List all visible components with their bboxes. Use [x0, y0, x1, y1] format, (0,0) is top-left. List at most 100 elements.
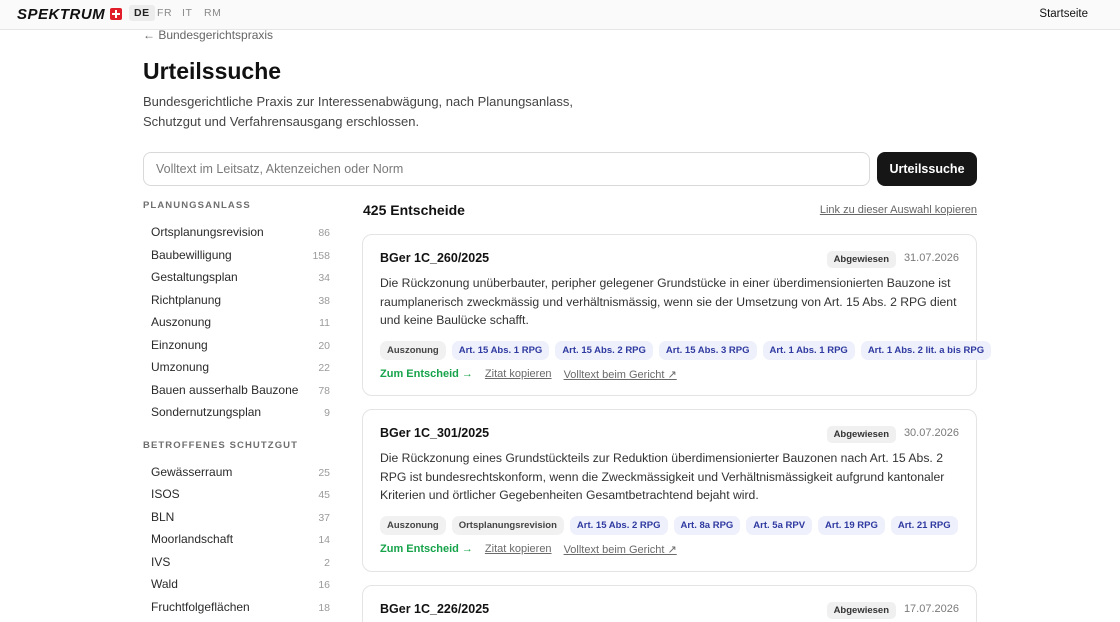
- facet-count: 158: [312, 249, 330, 262]
- facet-item[interactable]: Wald 16: [143, 575, 333, 598]
- facet-item[interactable]: Sondernutzungsplan 9: [143, 403, 333, 426]
- facet-item[interactable]: Fruchtfolgeflächen 18: [143, 598, 333, 621]
- facet-label: Ortsplanungsrevision: [151, 225, 264, 239]
- brand-logo[interactable]: SPEKTRUM: [17, 6, 105, 23]
- home-link[interactable]: Startseite: [1039, 8, 1088, 20]
- facet-label: Auszonung: [151, 315, 212, 329]
- facet-item[interactable]: Gestaltungsplan 34: [143, 268, 333, 291]
- facet-count: 86: [318, 227, 330, 239]
- tag-row: Auszonung Art. 15 Abs. 1 RPG Art. 15 Abs…: [380, 341, 992, 360]
- language-rm[interactable]: RM: [204, 7, 222, 19]
- facet-count: 22: [318, 362, 330, 374]
- facet-item[interactable]: ISOS 45: [143, 485, 333, 508]
- language-de[interactable]: DE: [129, 5, 155, 21]
- top-navigation-bar: SPEKTRUM DE FR IT RM Startseite: [0, 0, 1120, 30]
- norm-tag[interactable]: Art. 15 Abs. 2 RPG: [569, 516, 668, 535]
- language-fr[interactable]: FR: [157, 7, 172, 19]
- facet-count: 11: [319, 317, 330, 329]
- facet-item[interactable]: Ortsplanungsrevision 86: [143, 223, 333, 246]
- swiss-flag-icon: [110, 8, 122, 20]
- facet-count: 16: [318, 579, 330, 591]
- norm-tag[interactable]: Art. 1 Abs. 2 lit. a bis RPG: [860, 341, 992, 360]
- result-card: BGer 1C_226/2025 Abgewiesen 17.07.2026: [362, 585, 977, 622]
- facet-label: Bauen ausserhalb Bauzone: [151, 382, 299, 397]
- tag-row: Auszonung Ortsplanungsrevision Art. 15 A…: [380, 516, 958, 535]
- facet-item[interactable]: Moorlandschaft 14: [143, 530, 333, 553]
- open-decision-link[interactable]: Zum Entscheid →: [380, 543, 473, 556]
- facet-label: Umzonung: [151, 360, 210, 374]
- facet-item[interactable]: Gewässerraum 25: [143, 463, 333, 486]
- facet-count: 2: [324, 556, 330, 569]
- card-actions: Zum Entscheid → Zitat kopieren Volltext …: [380, 368, 677, 381]
- facet-item[interactable]: BLN 37: [143, 508, 333, 531]
- facet-label: Moorlandschaft: [151, 532, 234, 546]
- case-number[interactable]: BGer 1C_226/2025: [380, 602, 489, 616]
- norm-tag[interactable]: Art. 15 Abs. 2 RPG: [555, 341, 653, 360]
- facet-item[interactable]: Baubewilligung 158: [143, 246, 333, 269]
- facet-item[interactable]: Richtplanung 38: [143, 291, 333, 314]
- facet-count: 38: [318, 294, 330, 307]
- norm-tag[interactable]: Art. 21 RPG: [890, 516, 958, 535]
- facet-label: Einzonung: [151, 337, 208, 352]
- case-summary: Die Rückzonung eines Grundstückteils zur…: [380, 451, 945, 502]
- facet-item[interactable]: Umzonung 22: [143, 358, 333, 381]
- copy-selection-link[interactable]: Link zu dieser Auswahl kopieren: [820, 204, 977, 216]
- language-it[interactable]: IT: [182, 7, 193, 19]
- back-link[interactable]: ← Bundesgerichtspraxis: [143, 28, 273, 42]
- facet-count: 9: [324, 407, 330, 419]
- decision-date: 31.07.2026: [903, 252, 959, 264]
- facet-heading-planungsanlass: PLANUNGSANLASS: [143, 200, 251, 211]
- copy-citation-link[interactable]: Zitat kopieren: [485, 368, 552, 381]
- facet-label: Richtplanung: [151, 292, 222, 307]
- facet-item[interactable]: Einzonung 20: [143, 336, 333, 359]
- facet-item[interactable]: Bauen ausserhalb Bauzone 78: [143, 381, 333, 404]
- full-text-link[interactable]: Volltext beim Gericht ↗: [564, 368, 677, 381]
- facet-item[interactable]: Auszonung 11: [143, 313, 333, 336]
- norm-tag[interactable]: Art. 8a RPG: [673, 516, 741, 535]
- facet-label: Gestaltungsplan: [151, 270, 238, 284]
- norm-tag[interactable]: Art. 15 Abs. 3 RPG: [658, 341, 757, 360]
- facet-label: Gewässerraum: [151, 464, 233, 479]
- facet-heading-schutzgut: BETROFFENES SCHUTZGUT: [143, 439, 299, 451]
- full-text-link[interactable]: Volltext beim Gericht ↗: [564, 543, 677, 556]
- facet-item[interactable]: IVS 2: [143, 553, 333, 576]
- norm-tag[interactable]: Art. 1 Abs. 1 RPG: [762, 341, 855, 360]
- case-number[interactable]: BGer 1C_260/2025: [380, 251, 489, 265]
- norm-tag[interactable]: Art. 19 RPG: [818, 516, 885, 535]
- facet-label: Sondernutzungsplan: [151, 405, 262, 419]
- facet-count: 45: [318, 489, 330, 501]
- facet-list-planungsanlass: Ortsplanungsrevision 86 Baubewilligung 158…: [143, 223, 333, 426]
- topic-tag[interactable]: Auszonung: [380, 516, 446, 535]
- card-actions: Zum Entscheid → Zitat kopieren Volltext …: [380, 543, 677, 556]
- facet-count: 18: [318, 601, 330, 614]
- result-card: BGer 1C_301/2025 Abgewiesen 30.07.2026 D…: [362, 409, 977, 572]
- facet-count: 25: [318, 466, 330, 479]
- outcome-badge: Abgewiesen: [826, 426, 896, 443]
- facet-label: BLN: [151, 509, 175, 524]
- search-input[interactable]: [143, 152, 870, 186]
- decision-date: 30.07.2026: [903, 427, 959, 439]
- outcome-badge: Abgewiesen: [826, 602, 896, 619]
- page-subtitle: Bundesgerichtliche Praxis zur Interessen…: [143, 94, 573, 129]
- facet-label: ISOS: [151, 487, 180, 501]
- results-count: 425 Entscheide: [363, 202, 465, 218]
- facet-count: 34: [318, 272, 330, 284]
- norm-tag[interactable]: Art. 5a RPV: [746, 516, 813, 535]
- facet-count: 20: [318, 339, 330, 352]
- open-decision-link[interactable]: Zum Entscheid →: [380, 368, 473, 381]
- case-summary: Die Rückzonung unüberbauter, peripher ge…: [380, 276, 957, 327]
- topic-tag[interactable]: Auszonung: [380, 341, 446, 360]
- result-card: BGer 1C_260/2025 Abgewiesen 31.07.2026 D…: [362, 234, 992, 396]
- facet-count: 78: [318, 384, 330, 397]
- facet-count: 37: [318, 511, 330, 524]
- facet-label: Fruchtfolgeflächen: [151, 599, 250, 614]
- case-number[interactable]: BGer 1C_301/2025: [380, 426, 489, 440]
- norm-tag[interactable]: Art. 15 Abs. 1 RPG: [451, 341, 550, 360]
- copy-citation-link[interactable]: Zitat kopieren: [485, 543, 552, 556]
- search-button[interactable]: Urteilssuche: [877, 152, 977, 186]
- facet-list-schutzgut: Gewässerraum 25 ISOS 45 BLN 37 Moorlandscha…: [143, 463, 333, 621]
- topic-tag[interactable]: Ortsplanungsrevision: [451, 516, 564, 535]
- facet-label: Wald: [151, 577, 178, 591]
- facet-label: IVS: [151, 554, 171, 569]
- outcome-badge: Abgewiesen: [826, 251, 896, 268]
